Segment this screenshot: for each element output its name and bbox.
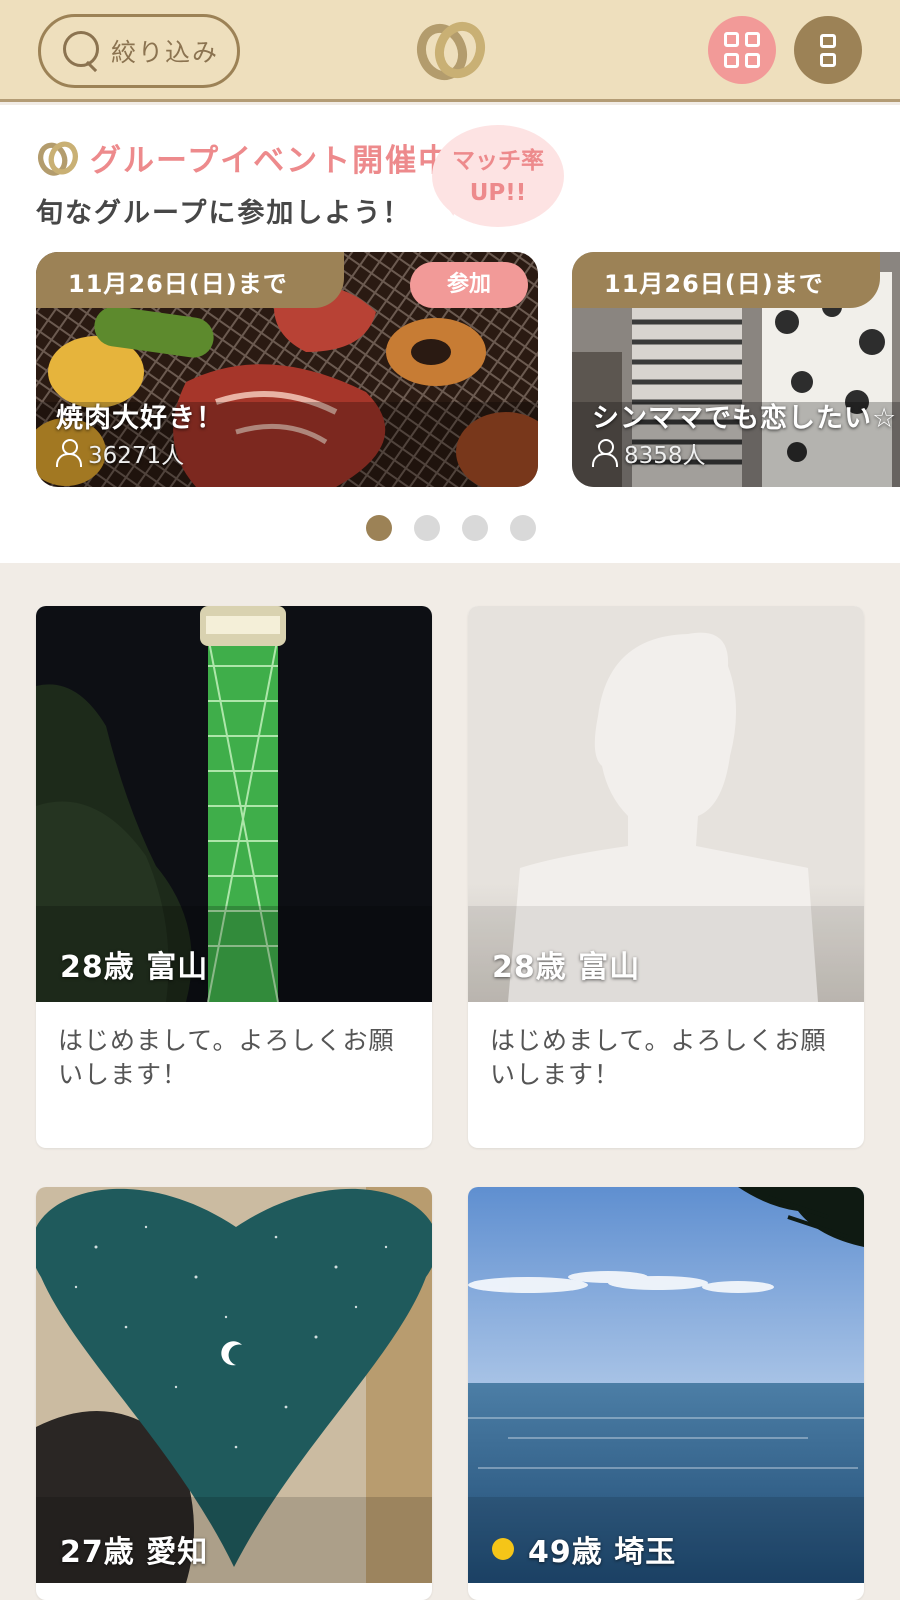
profile-card[interactable]: 28歳 富山 はじめまして。よろしくお願いします！ (36, 606, 432, 1148)
page-dot[interactable] (462, 515, 488, 541)
page-dot[interactable] (510, 515, 536, 541)
event-deadline: 11月26日(日)まで (572, 252, 880, 308)
filter-button[interactable]: 絞り込み (38, 14, 240, 88)
carousel-pagination (366, 515, 536, 541)
filter-label: 絞り込み (111, 38, 220, 67)
match-rate-badge: マッチ率 UP!! (432, 125, 564, 227)
profile-message: はじめまして。よろしくお願いします！ (58, 1026, 395, 1089)
profile-age-location: 27歳 愛知 (60, 1535, 209, 1570)
event-deadline: 11月26日(日)まで (36, 252, 344, 308)
event-subtitle: 旬なグループに参加しよう！ (36, 198, 412, 229)
profile-photo (36, 1187, 432, 1583)
app-header: 絞り込み (0, 0, 900, 102)
list-view-icon (820, 34, 836, 48)
person-icon (592, 439, 618, 467)
heart-rings-icon (37, 140, 79, 176)
app-logo (416, 21, 486, 81)
event-card[interactable]: 11月26日(日)まで シンママでも恋したい☆ 8358人 (572, 252, 900, 487)
profile-card[interactable]: 49歳 埼玉 (468, 1187, 864, 1600)
person-icon (56, 439, 82, 467)
event-name: 焼肉大好き！ (56, 403, 224, 434)
online-status-indicator (492, 1538, 514, 1560)
profile-age-location: 49歳 埼玉 (492, 1527, 676, 1571)
group-event-section: グループイベント開催中 旬なグループに参加しよう！ マッチ率 UP!! 11月2… (0, 105, 900, 563)
page-dot[interactable] (414, 515, 440, 541)
event-title: グループイベント開催中 (90, 143, 452, 179)
profile-age-location: 28歳 富山 (60, 950, 209, 985)
profile-card[interactable]: 27歳 愛知 (36, 1187, 432, 1600)
event-card[interactable]: 11月26日(日)まで 参加 焼肉大好き！ 36271人 (36, 252, 538, 487)
profile-photo (468, 1187, 864, 1583)
profile-card[interactable]: 28歳 富山 はじめまして。よろしくお願いします！ (468, 606, 864, 1148)
profile-message: はじめまして。よろしくお願いします！ (490, 1026, 827, 1089)
list-view-button[interactable] (794, 16, 862, 84)
search-icon (63, 29, 101, 73)
member-count: 36271人 (56, 436, 184, 470)
event-heading: グループイベント開催中 (36, 135, 451, 180)
profile-age-location: 28歳 富山 (492, 950, 641, 985)
page-dot[interactable] (366, 515, 392, 541)
grid-view-button[interactable] (708, 16, 776, 84)
join-button[interactable]: 参加 (410, 262, 528, 308)
event-name: シンママでも恋したい☆ (592, 403, 898, 434)
member-count: 8358人 (592, 436, 706, 470)
grid-view-icon (724, 32, 739, 47)
